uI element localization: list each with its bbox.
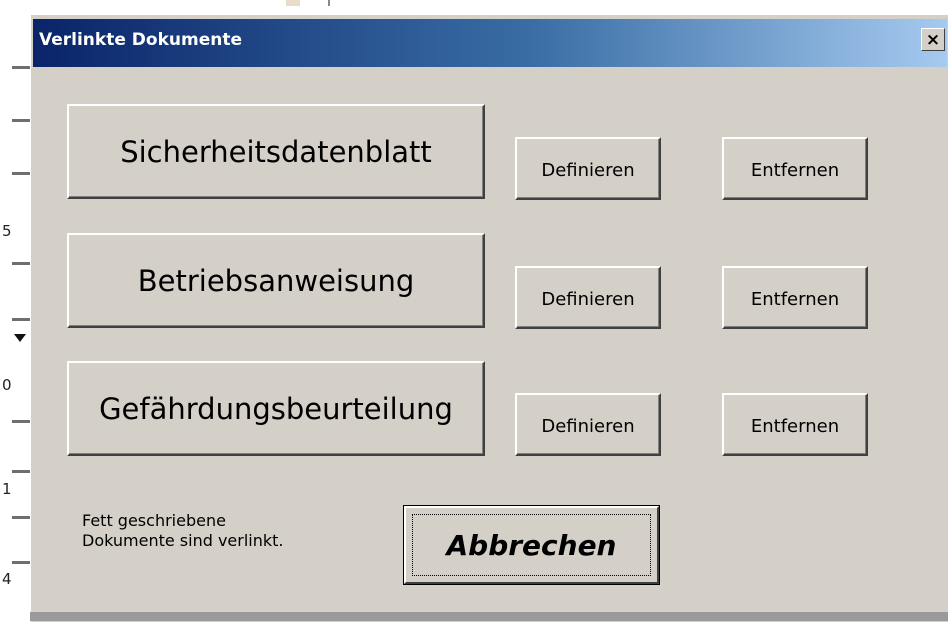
document-button-sicherheitsdatenblatt[interactable]: Sicherheitsdatenblatt [67,104,485,199]
title-bar[interactable]: Verlinkte Dokumente × [33,19,947,67]
document-button-betriebsanweisung[interactable]: Betriebsanweisung [67,233,485,328]
background-mark [286,0,300,6]
row-char: 5 [2,222,12,240]
cancel-button[interactable]: Abbrechen [403,505,660,585]
linked-documents-note: Fett geschriebene Dokumente sind verlink… [82,511,284,551]
define-button-gefaehrdungsbeurteilung[interactable]: Definieren [515,393,661,456]
row-char: 0 [2,376,12,394]
note-line-1: Fett geschriebene [82,511,226,530]
close-icon: × [925,29,941,50]
remove-button-sicherheitsdatenblatt[interactable]: Entfernen [722,137,868,200]
row-char: 1 [2,480,12,498]
dialog-title: Verlinkte Dokumente [39,30,242,50]
define-button-betriebsanweisung[interactable]: Definieren [515,266,661,329]
remove-button-gefaehrdungsbeurteilung[interactable]: Entfernen [722,393,868,456]
dropdown-arrow-icon [14,334,26,342]
row-char: 4 [2,570,12,588]
note-line-2: Dokumente sind verlinkt. [82,531,284,550]
document-button-gefaehrdungsbeurteilung[interactable]: Gefährdungsbeurteilung [67,361,485,456]
cancel-button-label: Abbrechen [446,528,617,562]
close-button[interactable]: × [921,28,945,51]
define-button-sicherheitsdatenblatt[interactable]: Definieren [515,137,661,200]
dialog-bottom-border [30,612,948,621]
remove-button-betriebsanweisung[interactable]: Entfernen [722,266,868,329]
background-top-edge [40,0,948,8]
background-mark [328,0,330,6]
cancel-button-face: Abbrechen [404,506,659,584]
